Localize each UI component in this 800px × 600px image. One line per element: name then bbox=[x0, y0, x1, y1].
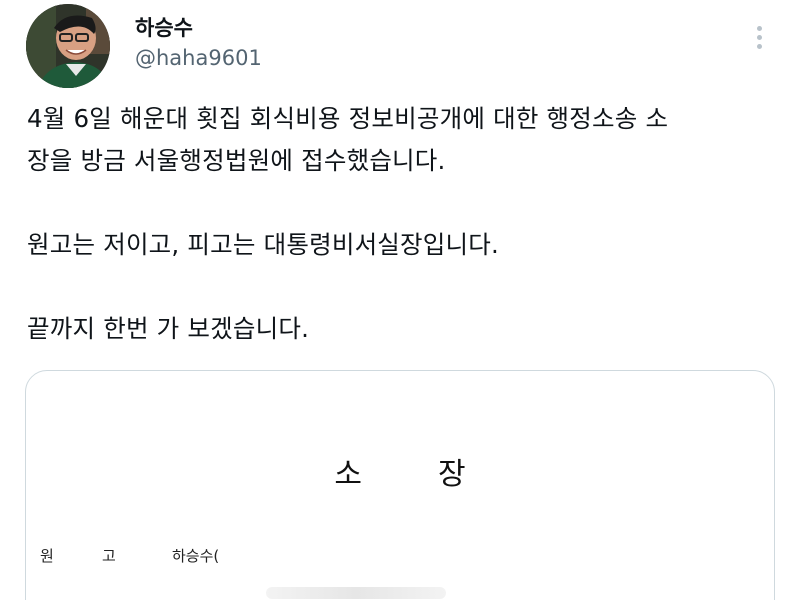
tweet-line: 끝까지 한번 가 보겠습니다. bbox=[27, 314, 310, 343]
attached-document-image[interactable]: 소장 원 고 하승수( bbox=[25, 370, 775, 600]
more-vertical-icon bbox=[756, 34, 762, 40]
more-vertical-icon bbox=[756, 25, 762, 31]
document-title: 소장 bbox=[26, 449, 774, 493]
document-text-fragment bbox=[266, 587, 446, 599]
more-vertical-icon bbox=[756, 43, 762, 49]
display-name[interactable]: 하승수 bbox=[135, 12, 193, 42]
tweet-line: 장을 방금 서울행정법원에 접수했습니다. bbox=[27, 146, 446, 175]
profile-photo-icon bbox=[26, 4, 110, 88]
plaintiff-label-char: 고 bbox=[102, 547, 116, 565]
plaintiff-name: 하승수( bbox=[172, 547, 220, 565]
tweet-view: 하승수 @haha9601 4월 6일 해운대 횟집 회식비용 정보비공개에 대… bbox=[0, 0, 800, 600]
document-title-char: 소 bbox=[334, 457, 362, 492]
avatar[interactable] bbox=[26, 4, 110, 88]
user-handle[interactable]: @haha9601 bbox=[135, 46, 262, 70]
document-title-char: 장 bbox=[438, 457, 466, 492]
plaintiff-label-char: 원 bbox=[40, 547, 54, 565]
tweet-line: 4월 6일 해운대 횟집 회식비용 정보비공개에 대한 행정소송 소 bbox=[27, 104, 669, 133]
more-options-button[interactable] bbox=[746, 20, 772, 54]
tweet-line: 원고는 저이고, 피고는 대통령비서실장입니다. bbox=[27, 230, 499, 259]
tweet-text: 4월 6일 해운대 횟집 회식비용 정보비공개에 대한 행정소송 소 장을 방금… bbox=[27, 98, 767, 350]
